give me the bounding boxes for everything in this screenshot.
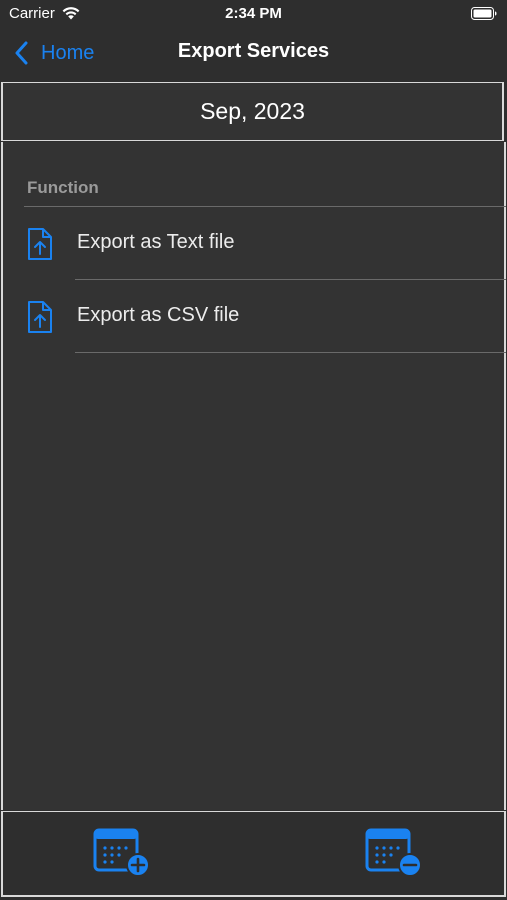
- calendar-remove-icon: [365, 828, 422, 877]
- battery-icon: [471, 7, 497, 20]
- export-text-file-row[interactable]: Export as Text file: [3, 207, 506, 280]
- divider: [75, 352, 506, 353]
- bottom-toolbar: [1, 811, 506, 897]
- export-csv-file-row[interactable]: Export as CSV file: [3, 280, 506, 353]
- page-title: Export Services: [177, 40, 330, 62]
- calendar-add-icon: [93, 828, 150, 877]
- section-header: Function: [27, 178, 99, 197]
- export-csv-file-label: Export as CSV file: [77, 304, 240, 326]
- navigation-bar: Home Export Services: [0, 30, 507, 81]
- file-upload-icon: [28, 228, 52, 260]
- file-upload-icon: [28, 301, 52, 333]
- month-header: Sep, 2023: [1, 82, 504, 141]
- status-bar: Carrier 2:34 PM: [0, 0, 507, 30]
- function-list: Function Export as Text file Export as C…: [1, 142, 506, 810]
- remove-month-button[interactable]: [365, 828, 425, 880]
- add-month-button[interactable]: [93, 828, 153, 880]
- status-time: 2:34 PM: [225, 5, 282, 22]
- export-text-file-label: Export as Text file: [77, 231, 235, 253]
